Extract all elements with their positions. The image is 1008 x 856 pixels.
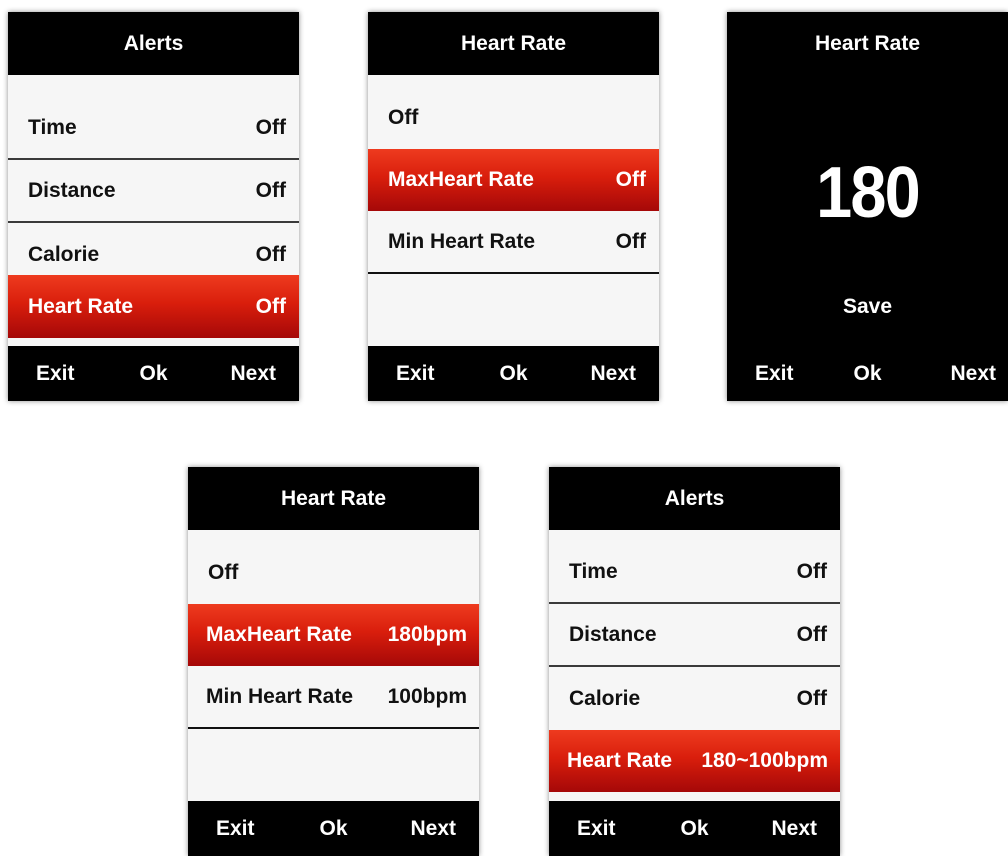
- menu-item-distance[interactable]: Distance Off: [549, 605, 840, 667]
- menu-item-value: Off: [615, 168, 646, 191]
- ok-button[interactable]: Ok: [853, 362, 881, 386]
- screen-title: Alerts: [8, 12, 299, 75]
- menu-item-value: Off: [615, 230, 646, 253]
- menu-item-label: Heart Rate: [28, 294, 134, 318]
- next-button[interactable]: Next: [410, 817, 456, 841]
- next-button[interactable]: Next: [771, 817, 817, 841]
- screen-heart-rate-menu-2: Heart Rate Off MaxHeart Rate 180bpm Min …: [188, 467, 479, 856]
- ok-button[interactable]: Ok: [139, 362, 167, 386]
- menu-item-min-heart-rate[interactable]: Min Heart Rate 100bpm: [188, 667, 479, 729]
- menu-item-label: Time: [569, 560, 618, 583]
- menu-item-value: Off: [796, 623, 827, 646]
- ok-button[interactable]: Ok: [319, 817, 347, 841]
- menu-item-label: Distance: [569, 623, 657, 646]
- menu-item-value: 100bpm: [387, 685, 467, 708]
- menu-item-calorie[interactable]: Calorie Off: [549, 668, 840, 730]
- menu-item-label: Off: [388, 106, 419, 129]
- menu-item-value: 180bpm: [387, 623, 467, 646]
- menu-item-label: Calorie: [28, 243, 100, 266]
- screen-heart-rate-editor: Heart Rate 180 Save Exit Ok Next: [727, 12, 1008, 401]
- exit-button[interactable]: Exit: [396, 362, 435, 386]
- menu-item-max-heart-rate[interactable]: MaxHeart Rate 180bpm: [188, 604, 479, 666]
- exit-button[interactable]: Exit: [36, 362, 75, 386]
- menu-item-label: MaxHeart Rate: [388, 168, 534, 191]
- menu-item-off[interactable]: Off: [188, 542, 479, 604]
- heart-rate-value[interactable]: 180: [741, 152, 994, 234]
- screen-title: Heart Rate: [727, 12, 1008, 75]
- screen-heart-rate-menu-1: Heart Rate Off MaxHeart Rate Off Min Hea…: [368, 12, 659, 401]
- softkey-bar: Exit Ok Next: [188, 801, 479, 856]
- softkey-bar: Exit Ok Next: [8, 346, 299, 401]
- menu-item-value: Off: [255, 179, 286, 202]
- menu-item-value: 180~100bpm: [701, 749, 828, 772]
- menu-item-value: Off: [255, 116, 286, 139]
- menu-item-time[interactable]: Time Off: [549, 542, 840, 604]
- menu-item-label: Distance: [28, 179, 116, 202]
- menu-item-label: Off: [208, 561, 239, 584]
- menu-item-label: Time: [28, 116, 77, 139]
- menu-item-time[interactable]: Time Off: [8, 98, 299, 160]
- menu-item-value: Off: [255, 243, 286, 266]
- menu-item-value: Off: [796, 560, 827, 583]
- save-button[interactable]: Save: [727, 295, 1008, 319]
- menu-item-value: Off: [255, 294, 286, 318]
- menu-item-label: Calorie: [569, 687, 641, 710]
- menu-item-value: Off: [796, 687, 827, 710]
- softkey-bar: Exit Ok Next: [727, 346, 1008, 401]
- softkey-bar: Exit Ok Next: [368, 346, 659, 401]
- menu-item-label: Min Heart Rate: [206, 685, 354, 708]
- next-button[interactable]: Next: [230, 362, 276, 386]
- screen-title: Alerts: [549, 467, 840, 530]
- exit-button[interactable]: Exit: [755, 362, 794, 386]
- exit-button[interactable]: Exit: [577, 817, 616, 841]
- exit-button[interactable]: Exit: [216, 817, 255, 841]
- screen-alerts-1: Alerts Time Off Distance Off Calorie Off…: [8, 12, 299, 401]
- menu-item-min-heart-rate[interactable]: Min Heart Rate Off: [368, 212, 659, 274]
- menu-item-heart-rate[interactable]: Heart Rate Off: [8, 275, 299, 338]
- menu-item-label: MaxHeart Rate: [206, 623, 352, 646]
- ok-button[interactable]: Ok: [680, 817, 708, 841]
- ok-button[interactable]: Ok: [499, 362, 527, 386]
- menu-item-label: Min Heart Rate: [388, 230, 536, 253]
- screen-title: Heart Rate: [188, 467, 479, 530]
- next-button[interactable]: Next: [950, 362, 996, 386]
- menu-item-max-heart-rate[interactable]: MaxHeart Rate Off: [368, 149, 659, 211]
- softkey-bar: Exit Ok Next: [549, 801, 840, 856]
- menu-item-distance[interactable]: Distance Off: [8, 161, 299, 223]
- menu-item-off[interactable]: Off: [368, 87, 659, 149]
- screen-alerts-2: Alerts Time Off Distance Off Calorie Off…: [549, 467, 840, 856]
- next-button[interactable]: Next: [590, 362, 636, 386]
- menu-item-heart-rate[interactable]: Heart Rate 180~100bpm: [549, 730, 840, 792]
- menu-item-label: Heart Rate: [567, 749, 673, 772]
- screen-title: Heart Rate: [368, 12, 659, 75]
